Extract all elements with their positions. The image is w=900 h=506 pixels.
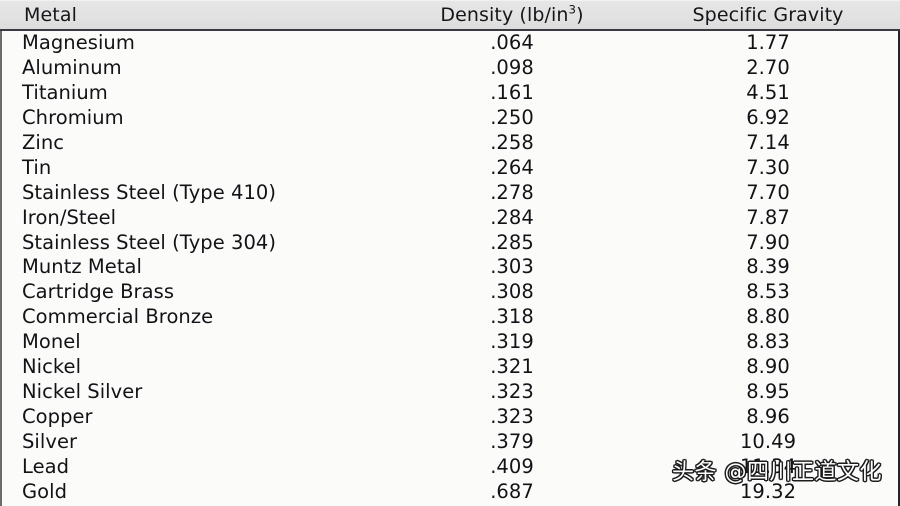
- cell-density: .323: [490, 405, 534, 429]
- cell-metal: Titanium: [22, 80, 108, 104]
- table-body: Magnesium .064 1.77 Aluminum .098 2.70 Titaniu…: [0, 31, 900, 506]
- cell-specific-gravity: 7.87: [746, 205, 790, 229]
- cell-specific-gravity: 8.83: [746, 330, 790, 354]
- table-row[interactable]: Stainless Steel (Type 304) .285 7.90: [2, 231, 898, 256]
- cell-specific-gravity: 19.32: [739, 479, 797, 503]
- column-header-metal[interactable]: Metal: [24, 1, 77, 29]
- cell-metal: Chromium: [22, 105, 124, 129]
- cell-metal: Stainless Steel (Type 410): [22, 180, 277, 204]
- cell-density: .250: [490, 105, 534, 129]
- cell-density: .303: [490, 255, 534, 279]
- table-row[interactable]: Tin .264 7.30: [2, 156, 898, 181]
- cell-metal: Silver: [22, 430, 78, 453]
- cell-specific-gravity: 6.92: [746, 105, 790, 129]
- cell-density: .319: [490, 330, 534, 354]
- cell-density: .284: [490, 205, 534, 229]
- cell-density: .264: [490, 155, 534, 179]
- cell-specific-gravity: 2.70: [746, 55, 790, 79]
- cell-specific-gravity: 7.14: [746, 130, 790, 154]
- cell-specific-gravity: 8.95: [746, 380, 790, 404]
- cell-density: .379: [490, 430, 534, 453]
- cell-density: .318: [490, 305, 534, 329]
- cell-specific-gravity: 8.80: [746, 305, 790, 329]
- table-row[interactable]: Iron/Steel .284 7.87: [2, 206, 898, 231]
- cell-metal: Stainless Steel (Type 304): [22, 230, 277, 254]
- cell-density: .098: [490, 55, 534, 79]
- column-header-density-text: Density (lb/in: [440, 4, 569, 26]
- cell-metal: Monel: [22, 330, 81, 354]
- cell-specific-gravity: 8.90: [746, 355, 790, 379]
- cell-specific-gravity: 1.77: [746, 31, 790, 54]
- column-header-density-superscript: 3: [568, 2, 577, 17]
- cell-density: .285: [490, 230, 534, 254]
- table-header-row: Metal Density (lb/in3) Specific Gravity: [0, 1, 900, 29]
- cell-metal: Nickel: [22, 355, 82, 379]
- column-header-density-suffix: ): [576, 4, 584, 26]
- cell-metal: Magnesium: [22, 31, 135, 54]
- cell-metal: Commercial Bronze: [22, 305, 214, 329]
- table-row[interactable]: Muntz Metal .303 8.39: [2, 255, 898, 280]
- cell-specific-gravity: 7.70: [746, 180, 790, 204]
- table-row[interactable]: Magnesium .064 1.77: [2, 31, 898, 56]
- cell-density: .321: [490, 355, 534, 379]
- table-row[interactable]: Titanium .161 4.51: [2, 81, 898, 106]
- table-row[interactable]: Cartridge Brass .308 8.53: [2, 280, 898, 305]
- cell-specific-gravity: 10.49: [739, 430, 797, 453]
- table-row[interactable]: Chromium .250 6.92: [2, 106, 898, 131]
- cell-metal: Aluminum: [22, 55, 122, 79]
- column-header-specific-gravity[interactable]: Specific Gravity: [648, 1, 888, 29]
- table-row[interactable]: Nickel Silver .323 8.95: [2, 380, 898, 405]
- cell-specific-gravity: 7.30: [746, 155, 790, 179]
- column-header-density[interactable]: Density (lb/in3): [400, 1, 624, 29]
- table-row[interactable]: Aluminum .098 2.70: [2, 56, 898, 81]
- cell-metal: Gold: [22, 479, 68, 503]
- table-row[interactable]: Commercial Bronze .318 8.80: [2, 305, 898, 330]
- cell-density: .064: [490, 31, 534, 54]
- table-row[interactable]: Gold .687 19.32: [2, 480, 898, 505]
- cell-specific-gravity: 11.34: [739, 454, 797, 478]
- cell-metal: Tin: [22, 155, 52, 179]
- cell-density: .409: [490, 454, 534, 478]
- cell-density: .161: [490, 80, 534, 104]
- table-row[interactable]: Copper .323 8.96: [2, 405, 898, 430]
- table-row[interactable]: Silver .379 10.49: [2, 430, 898, 455]
- cell-specific-gravity: 8.53: [746, 280, 790, 304]
- cell-metal: Nickel Silver: [22, 380, 143, 404]
- table-row[interactable]: Stainless Steel (Type 410) .278 7.70: [2, 181, 898, 206]
- table-header: Metal Density (lb/in3) Specific Gravity: [0, 0, 900, 31]
- cell-metal: Iron/Steel: [22, 205, 117, 229]
- cell-metal: Lead: [22, 454, 70, 478]
- cell-metal: Cartridge Brass: [22, 280, 175, 304]
- table-row[interactable]: Nickel .321 8.90: [2, 355, 898, 380]
- metal-density-table: Metal Density (lb/in3) Specific Gravity …: [0, 0, 900, 506]
- cell-specific-gravity: 4.51: [746, 80, 790, 104]
- cell-metal: Muntz Metal: [22, 255, 143, 279]
- cell-specific-gravity: 8.39: [746, 255, 790, 279]
- cell-density: .308: [490, 280, 534, 304]
- cell-specific-gravity: 7.90: [746, 230, 790, 254]
- cell-metal: Copper: [22, 405, 93, 429]
- cell-density: .278: [490, 180, 534, 204]
- table-row[interactable]: Lead .409 11.34: [2, 455, 898, 480]
- table-row[interactable]: Zinc .258 7.14: [2, 131, 898, 156]
- cell-metal: Zinc: [22, 130, 65, 154]
- cell-density: .323: [490, 380, 534, 404]
- cell-density: .687: [490, 479, 534, 503]
- cell-density: .258: [490, 130, 534, 154]
- cell-specific-gravity: 8.96: [746, 405, 790, 429]
- table-row[interactable]: Monel .319 8.83: [2, 330, 898, 355]
